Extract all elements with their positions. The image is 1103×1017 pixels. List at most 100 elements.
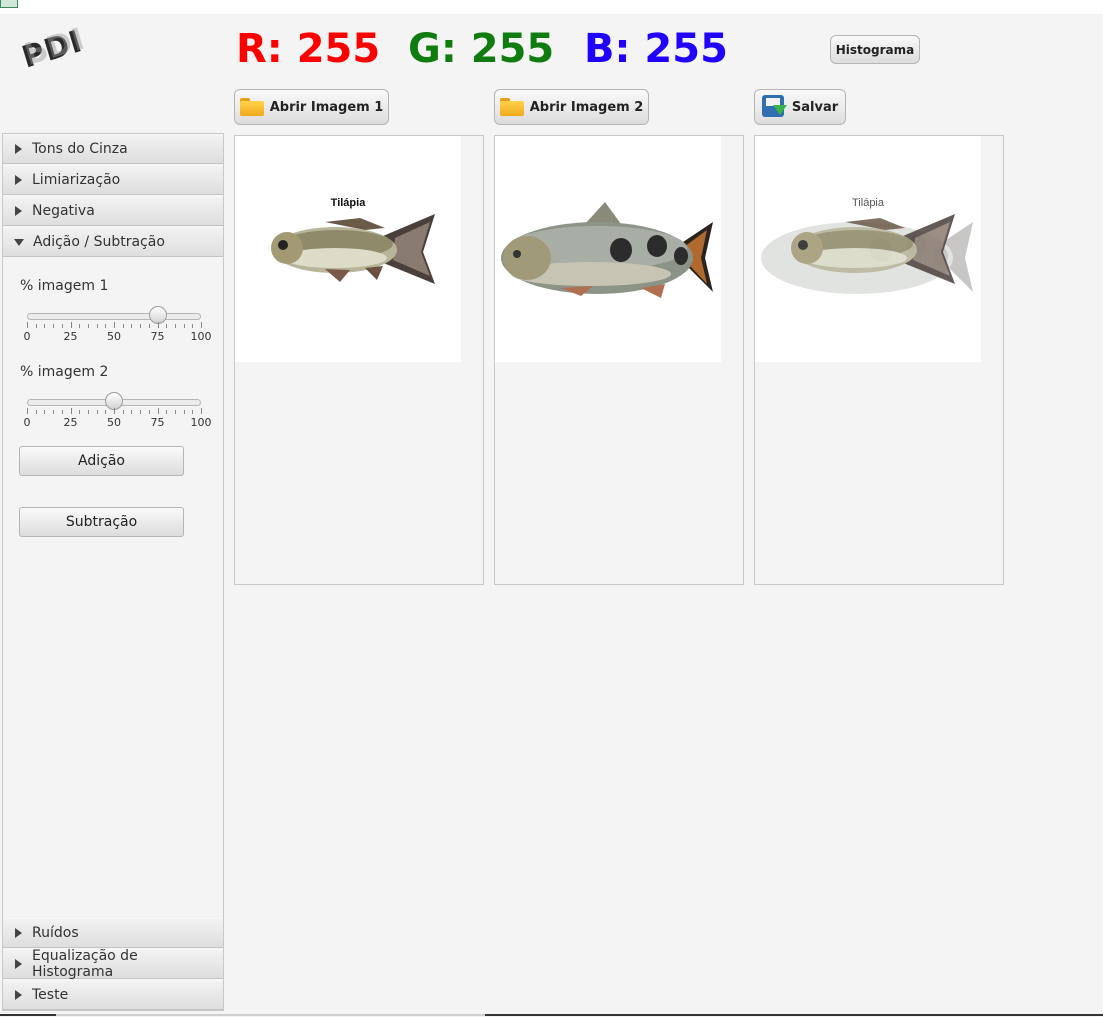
slider-tick (53, 324, 55, 328)
section-label: Negativa (32, 203, 95, 219)
section-label: Limiarização (32, 172, 121, 188)
slider-tick (44, 410, 46, 414)
triangle-right-icon (15, 206, 22, 216)
add-button[interactable]: Adição (19, 446, 184, 476)
triangle-right-icon (15, 175, 22, 185)
slider-tick-label: 50 (107, 330, 121, 343)
slider-tick-label: 0 (23, 330, 31, 343)
slider-tick (122, 410, 124, 414)
slider-tick (96, 324, 98, 328)
red-value: R: 255 (236, 26, 381, 72)
slider-tick (70, 408, 72, 414)
folder-icon (239, 98, 264, 116)
logo-reflection: PDI (19, 18, 89, 71)
slider-tick (96, 410, 98, 414)
tilapia-fish-image (271, 214, 435, 284)
triangle-right-icon (15, 144, 22, 154)
slider-tick (192, 410, 194, 414)
result-pane: Tilápia (754, 135, 1004, 585)
result-caption: Tilápia (852, 197, 884, 209)
slider-tick (148, 410, 150, 414)
floppy-disk-icon (761, 95, 787, 119)
slider-tick (61, 410, 63, 414)
slider-tick (61, 324, 63, 328)
save-label: Salvar (791, 99, 839, 115)
image2-percent-label: % imagem 2 (20, 364, 109, 380)
slider-tick (201, 408, 202, 414)
slider-tick-label: 25 (63, 330, 78, 343)
open-image1-button[interactable]: Abrir Imagem 1 (234, 89, 389, 125)
section-label: Ruídos (32, 925, 79, 941)
image1-percent-slider[interactable]: 0 25 50 75 100 (23, 306, 212, 347)
slider-tick (114, 322, 115, 328)
image2-view[interactable] (495, 136, 721, 362)
slider-tick (131, 410, 133, 414)
section-adicao-subtracao[interactable]: Adição / Subtração (3, 227, 223, 257)
image1-percent-label: % imagem 1 (20, 278, 109, 294)
image2-percent-slider[interactable]: 0 25 50 75 100 (23, 392, 212, 433)
slider-tick-label: 0 (23, 416, 31, 429)
section-teste[interactable]: Teste (3, 980, 223, 1010)
folder-icon (499, 98, 524, 116)
image2-pane (494, 135, 744, 585)
slider-tick (148, 324, 150, 328)
open-image2-label: Abrir Imagem 2 (529, 99, 644, 115)
app-icon (0, 0, 18, 8)
operations-sidebar: Tons do Cinza Limiarização Negativa Adiç… (2, 133, 224, 1011)
histogram-button[interactable]: Histograma (830, 35, 920, 64)
slider-tick-label: 50 (107, 416, 121, 429)
open-image2-button[interactable]: Abrir Imagem 2 (494, 89, 649, 125)
triangle-right-icon (15, 990, 22, 1000)
subtract-button-label: Subtração (65, 514, 138, 530)
slider-tick (44, 324, 46, 328)
triangle-right-icon (15, 928, 22, 938)
slider-tick (87, 410, 89, 414)
save-button[interactable]: Salvar (754, 89, 846, 125)
add-button-label: Adição (78, 453, 125, 469)
slider-tick (105, 410, 107, 414)
blended-fish-image (761, 214, 973, 294)
result-view[interactable]: Tilápia (755, 136, 981, 362)
slider-tick (192, 324, 194, 328)
section-negativa[interactable]: Negativa (3, 196, 223, 226)
image1-view[interactable]: Tilápia (235, 136, 461, 362)
slider-tick (157, 408, 159, 414)
slider-tick (131, 324, 133, 328)
slider-tick (35, 410, 37, 414)
subtract-button[interactable]: Subtração (19, 507, 184, 537)
bottom-border (0, 1014, 1103, 1016)
green-value: G: 255 (408, 26, 555, 72)
section-limiarizacao[interactable]: Limiarização (3, 165, 223, 195)
slider-tick (166, 410, 168, 414)
slider-tick-label: 25 (63, 416, 78, 429)
slider-tick (87, 324, 89, 328)
slider-tick (183, 410, 185, 414)
slider-tick (201, 322, 202, 328)
image1-caption: Tilápia (330, 197, 366, 209)
slider-tick (114, 408, 115, 414)
histogram-button-label: Histograma (835, 42, 915, 57)
section-label: Adição / Subtração (33, 234, 165, 250)
slider-tick-label: 75 (150, 330, 165, 343)
slider-tick-label: 75 (150, 416, 165, 429)
section-equalizacao-histograma[interactable]: Equalização de Histograma (3, 948, 223, 980)
blue-value: B: 255 (584, 26, 728, 72)
slider-tick (166, 324, 168, 328)
slider-tick (174, 324, 176, 328)
triangle-right-icon (15, 959, 22, 969)
section-label: Teste (32, 987, 69, 1003)
slider-tick (27, 408, 28, 414)
image1-pane: Tilápia (234, 135, 484, 585)
open-image1-label: Abrir Imagem 1 (269, 99, 384, 115)
slider-tick (183, 324, 185, 328)
section-tons-do-cinza[interactable]: Tons do Cinza (3, 134, 223, 164)
section-label: Tons do Cinza (32, 141, 128, 157)
triangle-down-icon (14, 238, 24, 246)
slider-tick (174, 410, 176, 414)
slider-tick (157, 322, 159, 328)
slider-tick (79, 324, 81, 328)
slider-track (27, 313, 201, 320)
pdi-logo: PDI PDI (0, 14, 224, 132)
section-ruidos[interactable]: Ruídos (3, 918, 223, 948)
slider-tick (35, 324, 37, 328)
